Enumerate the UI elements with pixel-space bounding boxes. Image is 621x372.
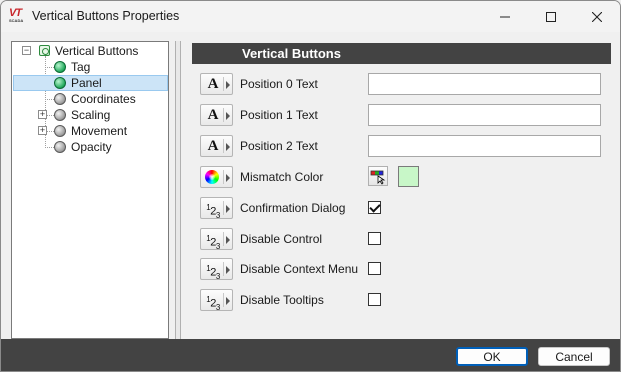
divider xyxy=(223,262,224,276)
chevron-right-icon xyxy=(226,112,230,120)
text-type-button[interactable]: A xyxy=(200,135,233,157)
cancel-button[interactable]: Cancel xyxy=(538,347,610,366)
chevron-right-icon xyxy=(226,81,230,89)
divider xyxy=(223,201,224,215)
property-label: Disable Context Menu xyxy=(240,262,359,276)
tree-item-label: Movement xyxy=(71,124,128,138)
maximize-button[interactable] xyxy=(528,1,574,32)
tree-item-opacity[interactable]: Opacity xyxy=(13,139,168,155)
property-row: A Position 0 Text xyxy=(200,73,610,95)
disable-tooltips-checkbox[interactable] xyxy=(368,293,381,306)
color-picker-button[interactable] xyxy=(368,166,388,186)
property-row: A Position 2 Text xyxy=(200,135,610,157)
property-row: A Position 1 Text xyxy=(200,104,610,126)
widget-node-icon xyxy=(39,45,50,56)
disable-context-menu-checkbox[interactable] xyxy=(368,262,381,275)
panel-splitter[interactable] xyxy=(175,41,181,339)
tree-item-coordinates[interactable]: Coordinates xyxy=(13,91,168,107)
gray-ball-icon xyxy=(54,125,66,137)
color-type-button[interactable] xyxy=(200,166,233,188)
divider xyxy=(223,108,224,122)
properties-dialog: VT SCADA Vertical Buttons Properties − V… xyxy=(0,0,621,372)
chevron-right-icon xyxy=(226,174,230,182)
gray-ball-icon xyxy=(54,109,66,121)
window-title: Vertical Buttons Properties xyxy=(32,9,180,23)
close-button[interactable] xyxy=(574,1,620,32)
property-label: Position 2 Text xyxy=(240,139,318,153)
text-type-button[interactable]: A xyxy=(200,73,233,95)
property-row: 123 Confirmation Dialog xyxy=(200,197,610,220)
collapse-icon[interactable]: − xyxy=(22,46,31,55)
tree-item-tag[interactable]: Tag xyxy=(13,59,168,75)
numeric-type-button[interactable]: 123 xyxy=(200,228,233,251)
numeric-type-icon: 123 xyxy=(206,295,220,312)
property-label: Disable Tooltips xyxy=(240,293,324,307)
chevron-right-icon xyxy=(226,143,230,151)
text-type-button[interactable]: A xyxy=(200,104,233,126)
divider xyxy=(223,139,224,153)
property-label: Position 0 Text xyxy=(240,77,318,91)
text-type-icon: A xyxy=(207,107,219,123)
tree-item-panel[interactable]: Panel xyxy=(13,75,168,91)
text-type-icon: A xyxy=(207,138,219,154)
position-1-text-field[interactable] xyxy=(368,104,601,126)
color-wheel-icon xyxy=(205,170,219,184)
expand-icon[interactable]: + xyxy=(38,110,47,119)
divider xyxy=(223,293,224,307)
mismatch-color-swatch[interactable] xyxy=(398,166,419,187)
tree-root-label: Vertical Buttons xyxy=(55,44,139,58)
property-label: Mismatch Color xyxy=(240,170,324,184)
property-row: 123 Disable Context Menu xyxy=(200,258,610,281)
divider xyxy=(223,170,224,184)
chevron-right-icon xyxy=(226,266,230,274)
logo-subtext: SCADA xyxy=(9,18,24,23)
tree-item-label: Panel xyxy=(71,76,102,90)
confirmation-dialog-checkbox[interactable] xyxy=(368,201,381,214)
chevron-right-icon xyxy=(226,297,230,305)
tree-item-label: Tag xyxy=(71,60,91,74)
numeric-type-icon: 123 xyxy=(206,203,220,220)
gray-ball-icon xyxy=(54,93,66,105)
tree-item-label: Scaling xyxy=(71,108,111,122)
tree-item-label: Coordinates xyxy=(71,92,136,106)
numeric-type-button[interactable]: 123 xyxy=(200,289,233,312)
ok-button[interactable]: OK xyxy=(456,347,528,366)
title-bar[interactable]: VT SCADA Vertical Buttons Properties xyxy=(1,1,620,32)
minimize-button[interactable] xyxy=(482,1,528,32)
position-0-text-field[interactable] xyxy=(368,73,601,95)
property-row: 123 Disable Tooltips xyxy=(200,289,610,312)
tree-item-scaling[interactable]: + Scaling xyxy=(13,107,168,123)
vtscada-logo-icon: VT SCADA xyxy=(9,8,27,24)
expand-icon[interactable]: + xyxy=(38,126,47,135)
close-icon xyxy=(592,11,602,22)
property-row: 123 Disable Control xyxy=(200,228,610,251)
numeric-type-button[interactable]: 123 xyxy=(200,197,233,220)
maximize-icon xyxy=(546,11,556,22)
property-row: Mismatch Color xyxy=(200,166,610,188)
panel-header: Vertical Buttons xyxy=(192,43,611,64)
position-2-text-field[interactable] xyxy=(368,135,601,157)
minimize-icon xyxy=(500,16,510,17)
green-ball-icon xyxy=(54,61,66,73)
numeric-type-button[interactable]: 123 xyxy=(200,258,233,281)
numeric-type-icon: 123 xyxy=(206,264,220,281)
divider xyxy=(223,232,224,246)
tree-item-movement[interactable]: + Movement xyxy=(13,123,168,139)
property-label: Disable Control xyxy=(240,232,323,246)
divider xyxy=(223,77,224,91)
disable-control-checkbox[interactable] xyxy=(368,232,381,245)
chevron-right-icon xyxy=(226,236,230,244)
dialog-footer: OK Cancel xyxy=(1,339,620,371)
numeric-type-icon: 123 xyxy=(206,234,220,251)
property-category-tree[interactable]: − Vertical Buttons Tag Panel Coordinates… xyxy=(11,41,169,339)
chevron-right-icon xyxy=(226,205,230,213)
property-label: Position 1 Text xyxy=(240,108,318,122)
gray-ball-icon xyxy=(54,141,66,153)
text-type-icon: A xyxy=(207,76,219,92)
property-label: Confirmation Dialog xyxy=(240,201,346,215)
green-ball-icon xyxy=(54,77,66,89)
tree-item-label: Opacity xyxy=(71,140,112,154)
tree-root-vertical-buttons[interactable]: − Vertical Buttons xyxy=(13,43,168,59)
color-picker-icon xyxy=(370,170,386,185)
